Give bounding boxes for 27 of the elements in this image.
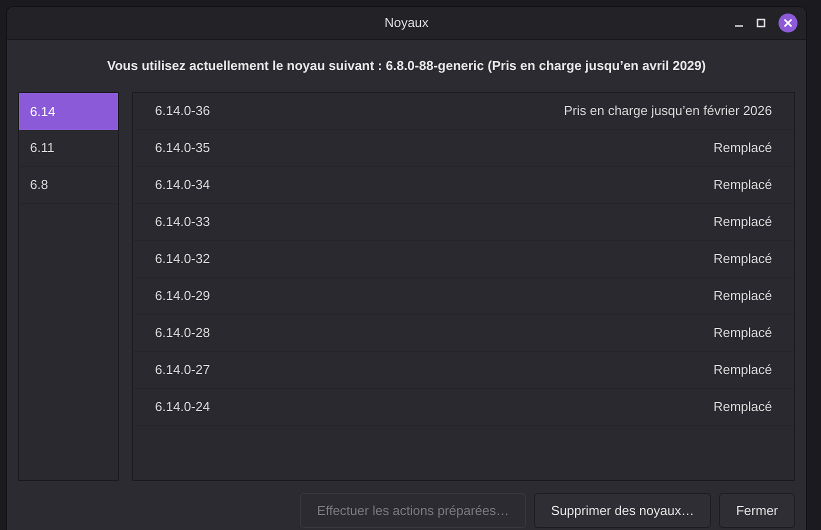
kernel-version[interactable]: 6.14.0-34 <box>155 175 210 195</box>
kernel-version[interactable]: 6.14.0-35 <box>155 138 210 158</box>
kernel-version[interactable]: 6.14.0-24 <box>155 397 210 417</box>
sidebar-item[interactable]: 6.8 <box>19 167 118 204</box>
kernel-status: Remplacé <box>713 176 772 194</box>
kernel-status: Remplacé <box>713 250 772 268</box>
kernel-version[interactable]: 6.14.0-27 <box>155 360 210 380</box>
kernel-version[interactable]: 6.14.0-32 <box>155 249 210 269</box>
kernel-status: Remplacé <box>713 324 772 342</box>
maximize-icon[interactable] <box>756 18 766 28</box>
kernel-status: Remplacé <box>713 398 772 416</box>
sidebar-item[interactable]: 6.14 <box>19 93 118 130</box>
kernel-status: Remplacé <box>713 213 772 232</box>
current-kernel-text: Vous utilisez actuellement le noyau suivant : 6.8.0-88-generic (Pris en charge jusqu’en avril 2029) <box>107 57 706 76</box>
kernel-version[interactable]: 6.14.0-28 <box>155 323 210 343</box>
kernel-status: Pris en charge jusqu’en février 2026 <box>564 102 772 120</box>
kernel-version[interactable]: 6.14.0-33 <box>155 212 210 232</box>
dialog-button[interactable]: Fermer <box>719 493 795 528</box>
kernel-status: Remplacé <box>713 139 772 158</box>
sidebar-item[interactable]: 6.11 <box>19 130 118 167</box>
kernel-status: Remplacé <box>713 287 772 306</box>
kernel-version[interactable]: 6.14.0-36 <box>155 101 210 121</box>
close-icon[interactable] <box>778 13 798 33</box>
kernel-status: Remplacé <box>713 361 772 380</box>
dialog-button[interactable]: Supprimer des noyaux… <box>534 493 712 528</box>
kernel-version[interactable]: 6.14.0-29 <box>155 286 210 306</box>
window-title: Noyaux <box>384 14 429 32</box>
